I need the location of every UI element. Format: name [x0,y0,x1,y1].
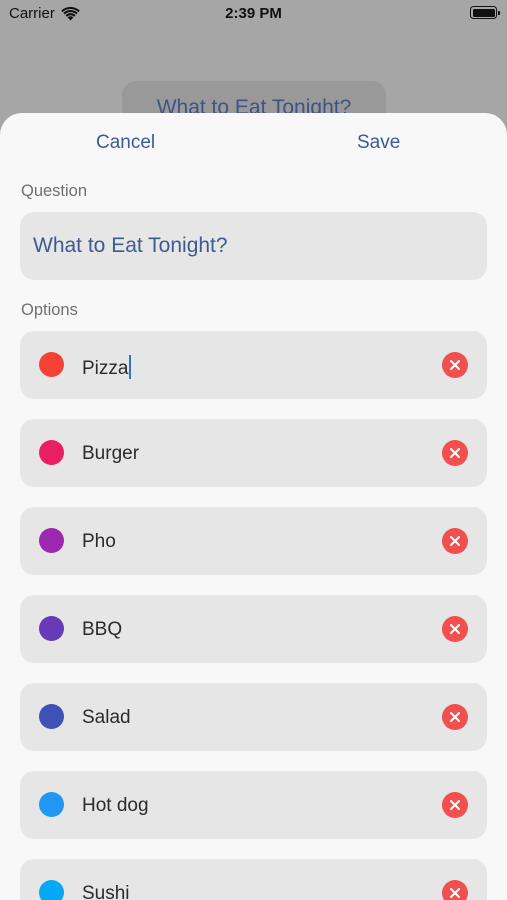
option-row[interactable]: Pizza [20,331,487,399]
save-button[interactable]: Save [357,132,400,154]
screen: Carrier 2:39 PM What to Eat Tonight? Can… [0,0,507,900]
remove-option-button[interactable] [442,440,468,466]
option-color-dot[interactable] [39,704,64,729]
remove-option-button[interactable] [442,880,468,900]
status-time: 2:39 PM [225,5,282,22]
remove-x-icon [450,360,460,370]
remove-x-icon [450,888,460,898]
option-text[interactable]: Salad [82,707,131,729]
option-text[interactable]: Burger [82,443,139,465]
battery-fill [472,8,495,17]
edit-sheet: Cancel Save Question Options Pizza Burge… [0,113,507,900]
remove-x-icon [450,712,460,722]
option-row[interactable]: Hot dog [20,771,487,839]
option-row[interactable]: Sushi [20,859,487,900]
remove-x-icon [450,800,460,810]
option-row[interactable]: Salad [20,683,487,751]
option-row[interactable]: BBQ [20,595,487,663]
options-label: Options [21,301,78,319]
text-cursor [129,355,132,379]
remove-option-button[interactable] [442,616,468,642]
option-color-dot[interactable] [39,352,64,377]
question-input[interactable] [20,212,487,280]
option-row[interactable]: Burger [20,419,487,487]
question-label: Question [21,182,88,200]
option-text[interactable]: BBQ [82,619,122,641]
option-text[interactable]: Sushi [82,883,130,900]
remove-option-button[interactable] [442,792,468,818]
option-row[interactable]: Pho [20,507,487,575]
option-text[interactable]: Pizza [82,355,132,380]
option-color-dot[interactable] [39,528,64,553]
cancel-button[interactable]: Cancel [96,132,155,154]
battery-icon [470,6,500,19]
status-right [470,6,500,19]
remove-option-button[interactable] [442,352,468,378]
option-color-dot[interactable] [39,792,64,817]
option-text[interactable]: Pho [82,531,116,553]
remove-option-button[interactable] [442,704,468,730]
remove-x-icon [450,624,460,634]
remove-x-icon [450,448,460,458]
remove-option-button[interactable] [442,528,468,554]
remove-x-icon [450,536,460,546]
option-text-value: Pizza [82,358,129,379]
option-text[interactable]: Hot dog [82,795,149,817]
option-color-dot[interactable] [39,616,64,641]
status-bar: Carrier 2:39 PM [0,0,507,28]
option-color-dot[interactable] [39,440,64,465]
option-color-dot[interactable] [39,880,64,900]
